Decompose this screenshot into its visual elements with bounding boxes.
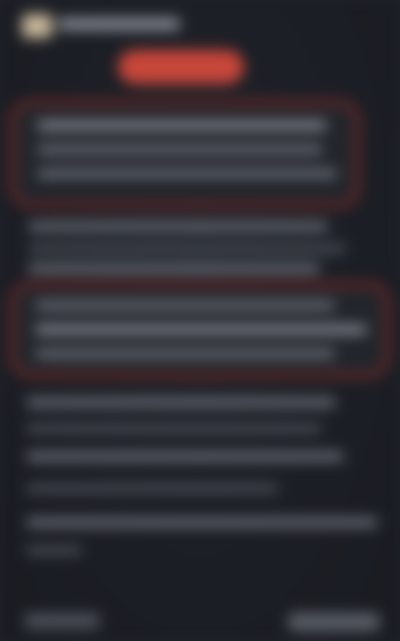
card-line bbox=[37, 121, 327, 130]
card-line bbox=[35, 349, 335, 358]
primary-action-button[interactable] bbox=[118, 50, 244, 84]
app-logo bbox=[22, 14, 52, 38]
card-line bbox=[37, 169, 337, 178]
footer-left-link[interactable] bbox=[24, 613, 100, 629]
text-line bbox=[28, 264, 320, 273]
page-title bbox=[58, 18, 180, 30]
text-line bbox=[26, 546, 82, 555]
highlighted-card[interactable] bbox=[10, 100, 360, 208]
text-line bbox=[28, 222, 328, 231]
text-line bbox=[26, 398, 336, 407]
text-line bbox=[26, 518, 378, 527]
card-line bbox=[35, 325, 367, 334]
text-line bbox=[26, 452, 344, 461]
text-line bbox=[26, 484, 278, 493]
footer-right-link[interactable] bbox=[288, 613, 380, 631]
card-line bbox=[35, 301, 335, 310]
text-line bbox=[28, 244, 346, 253]
text-line bbox=[26, 424, 322, 433]
highlighted-card[interactable] bbox=[10, 282, 390, 378]
card-line bbox=[37, 145, 323, 154]
